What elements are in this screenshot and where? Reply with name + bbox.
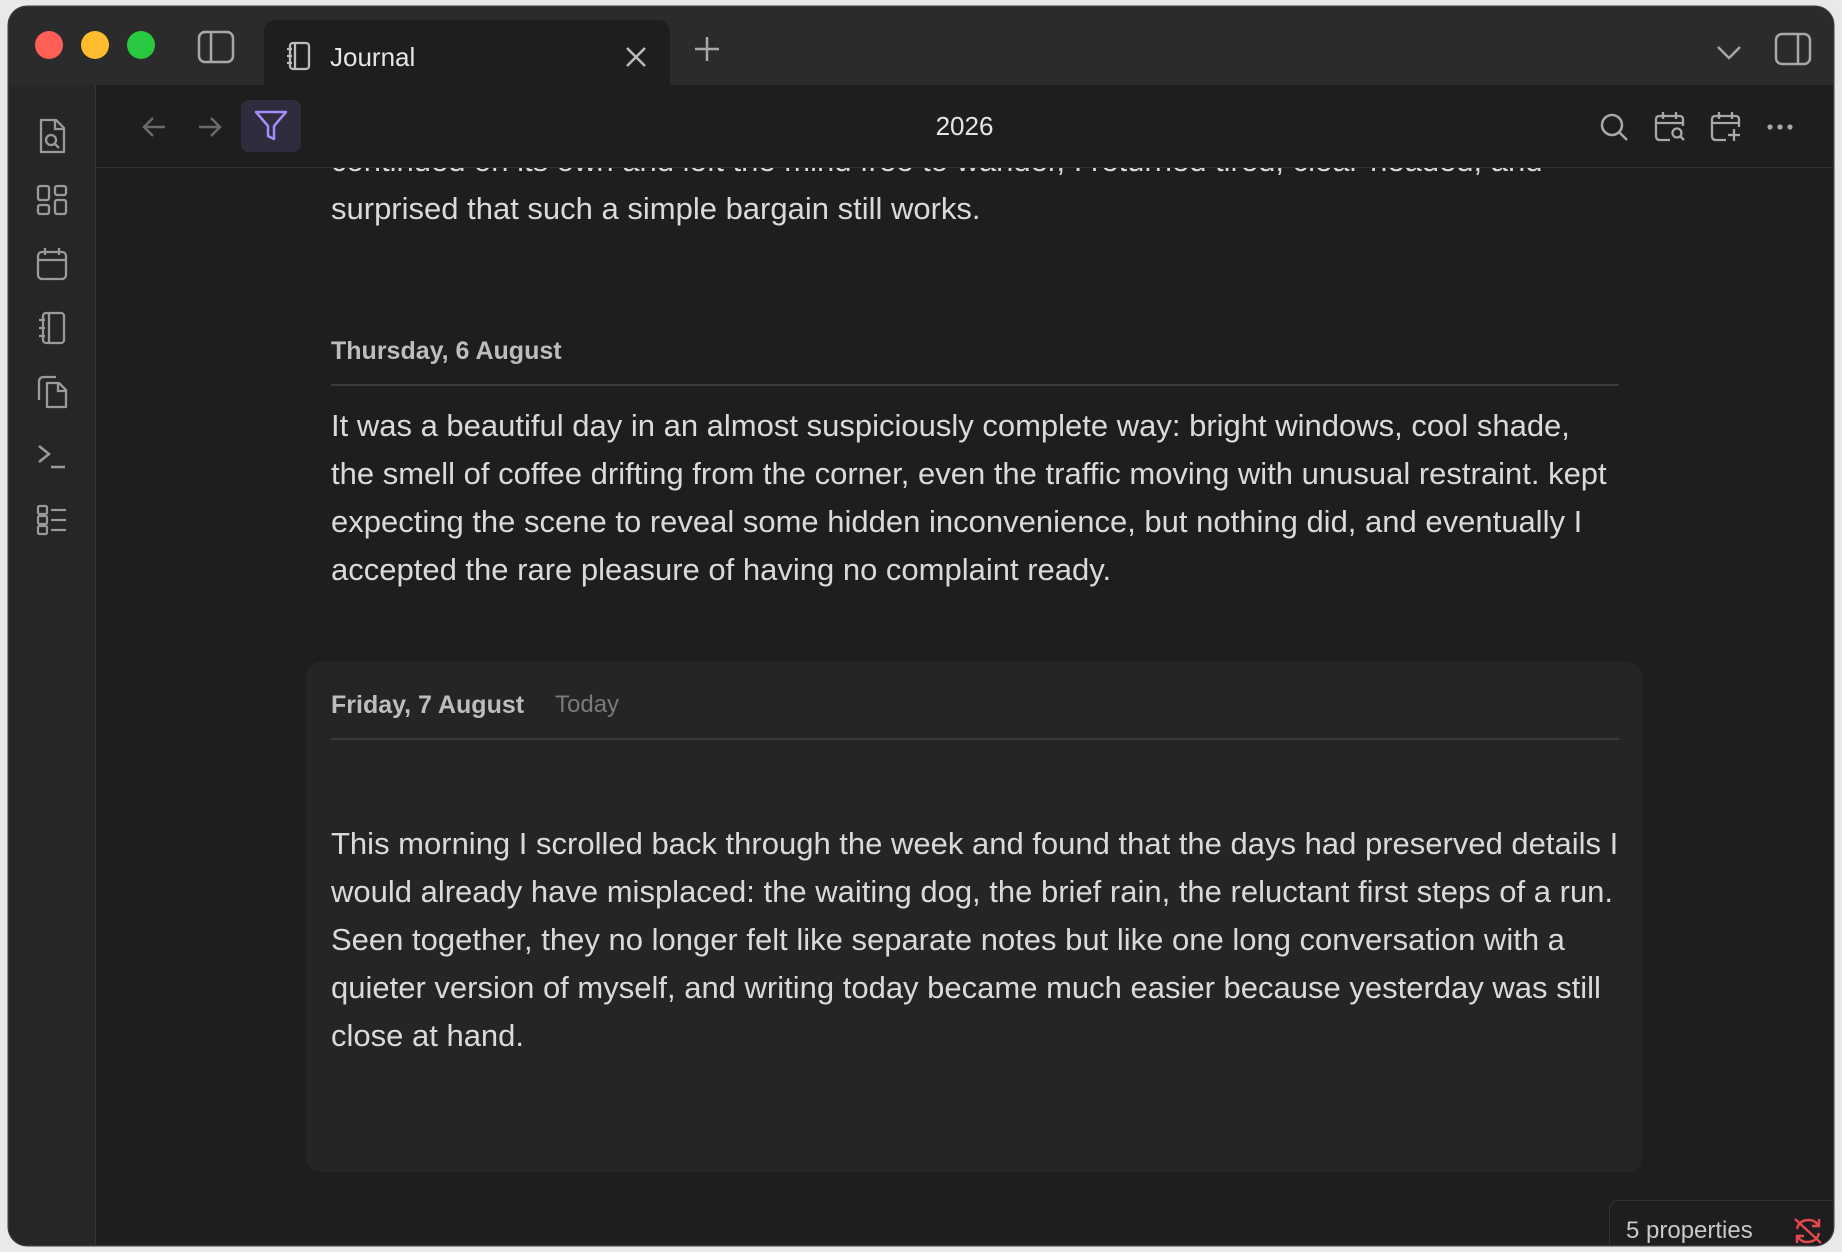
more-options-icon[interactable] <box>1760 107 1800 147</box>
left-sidebar-toggle-icon[interactable] <box>194 27 238 67</box>
window-minimize-button[interactable] <box>81 31 109 59</box>
properties-button[interactable]: 5 properties <box>1609 1200 1833 1245</box>
entry-divider <box>331 384 1619 386</box>
copy-icon[interactable] <box>31 371 73 413</box>
view-header: 2026 <box>96 85 1833 168</box>
entry-divider <box>331 738 1619 740</box>
entry-text-friday[interactable]: This morning I scrolled back through the… <box>331 820 1621 1060</box>
dashboard-icon[interactable] <box>31 179 73 221</box>
search-icon[interactable] <box>1594 107 1634 147</box>
window-maximize-button[interactable] <box>127 31 155 59</box>
close-tab-icon[interactable] <box>619 40 653 74</box>
left-ribbon <box>9 85 96 1245</box>
tab-journal[interactable]: Journal <box>264 20 670 92</box>
entry-date-thursday[interactable]: Thursday, 6 August <box>331 337 562 366</box>
title-bar: Journal <box>9 7 1833 92</box>
view-title: 2026 <box>935 111 994 141</box>
window-close-button[interactable] <box>35 31 63 59</box>
calendar-icon[interactable] <box>31 243 73 285</box>
today-badge: Today <box>555 691 620 718</box>
new-tab-icon[interactable] <box>689 31 725 67</box>
sync-off-icon[interactable] <box>1790 1213 1826 1245</box>
journal-icon[interactable] <box>31 307 73 349</box>
previous-entry-text[interactable]: continued on its own and left the mind f… <box>331 167 1621 233</box>
app-window: Journal 2026 surprised that such a simpl… <box>9 7 1833 1245</box>
right-sidebar-toggle-icon[interactable] <box>1771 29 1815 69</box>
calendar-plus-icon[interactable] <box>1706 107 1746 147</box>
terminal-icon[interactable] <box>31 435 73 477</box>
list-icon[interactable] <box>31 499 73 541</box>
entry-text-thursday[interactable]: It was a beautiful day in an almost susp… <box>331 402 1621 594</box>
journal-icon <box>286 41 312 76</box>
tab-list-chevron-down-icon[interactable] <box>1709 35 1749 71</box>
tab-label: Journal <box>330 42 416 72</box>
entry-date-friday[interactable]: Friday, 7 August <box>331 691 524 720</box>
properties-label: 5 properties <box>1626 1217 1753 1244</box>
calendar-search-icon[interactable] <box>1650 107 1690 147</box>
search-note-icon[interactable] <box>31 115 73 157</box>
journal-content: continued on its own and left the mind f… <box>96 167 1833 1245</box>
